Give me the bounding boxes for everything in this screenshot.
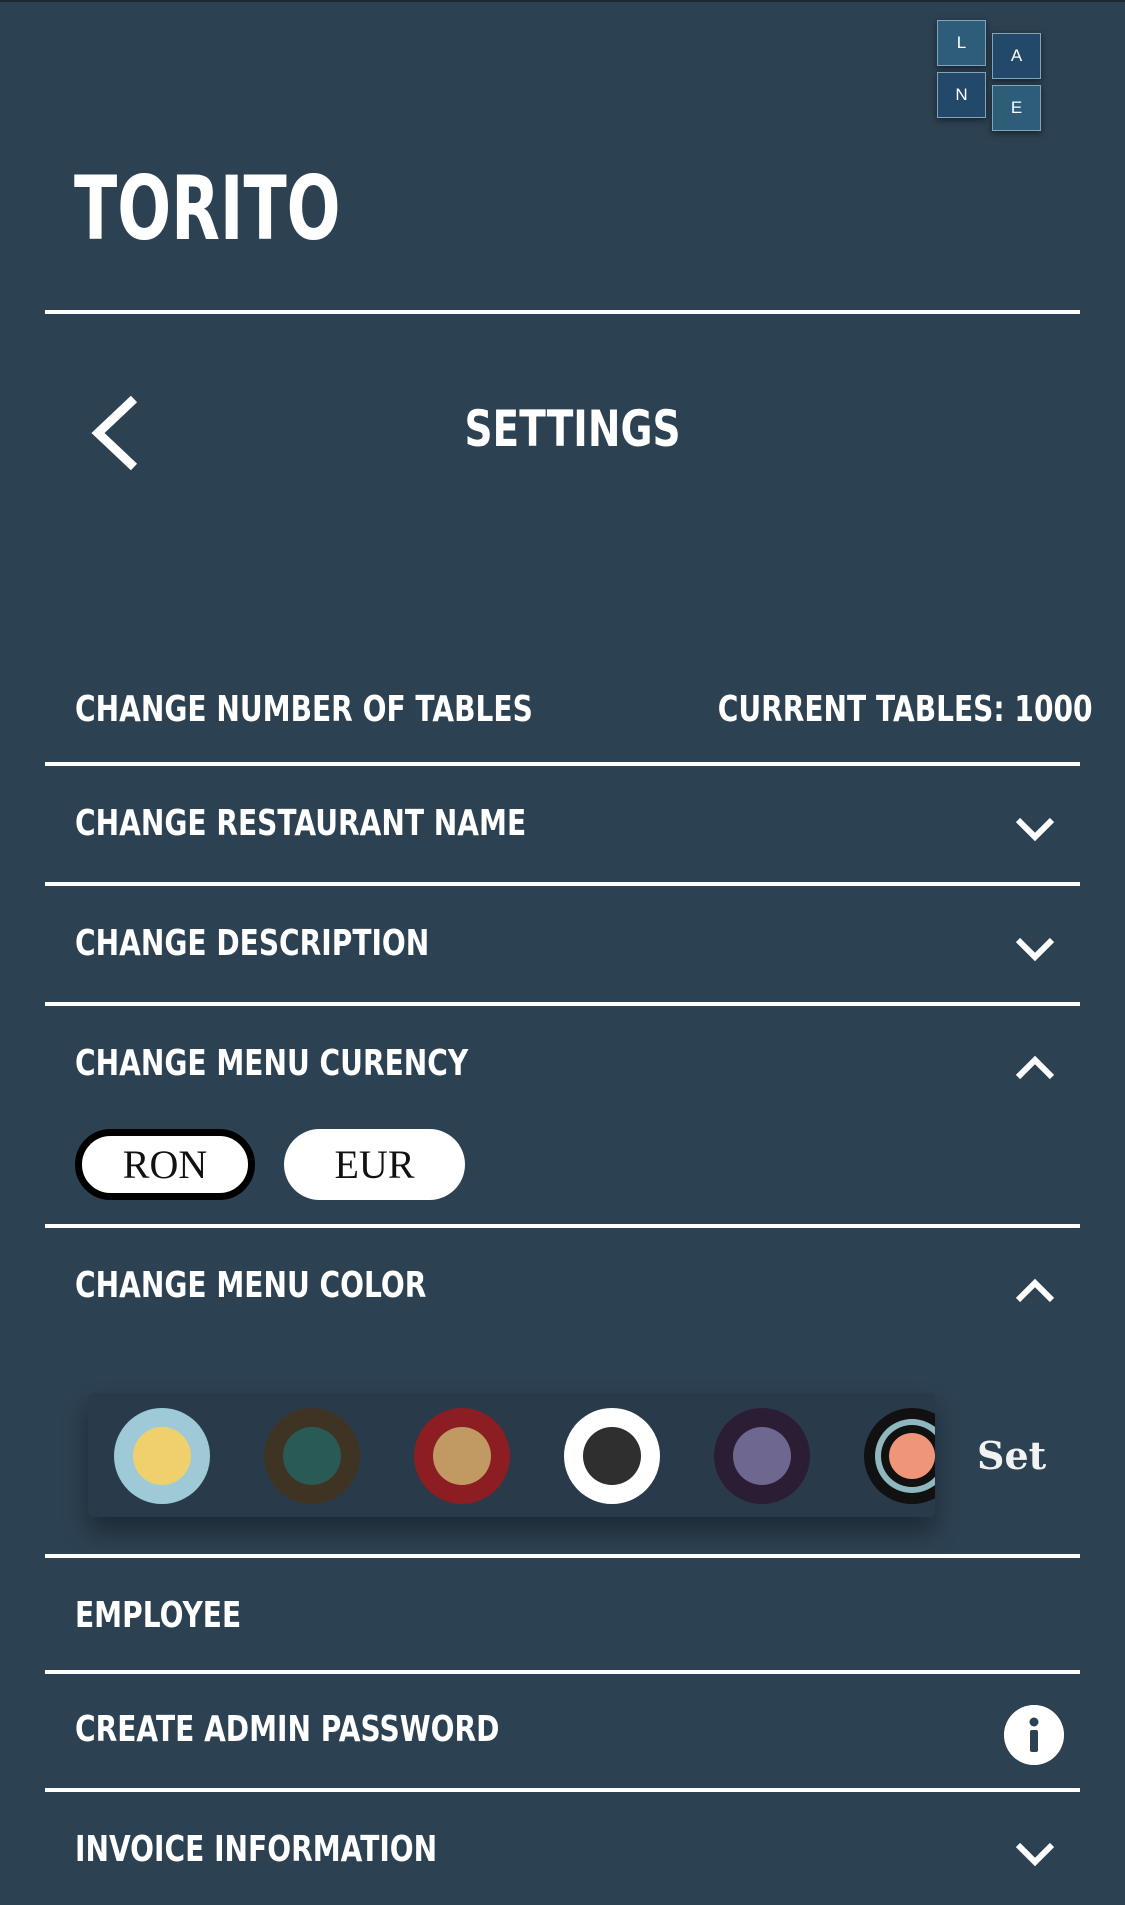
currency-option-ron[interactable]: RON [75, 1129, 255, 1200]
color-swatch[interactable] [864, 1408, 935, 1504]
change-tables-label[interactable]: CHANGE NUMBER OF TABLES [75, 692, 533, 728]
page-title: SETTINGS [0, 404, 1125, 454]
create-admin-password-label[interactable]: CREATE ADMIN PASSWORD [75, 1712, 499, 1748]
row-divider [45, 1224, 1080, 1228]
lane-logo: L A N E [937, 20, 1045, 132]
logo-tile-e: E [992, 85, 1041, 131]
chevron-down-icon[interactable] [1014, 935, 1056, 963]
color-swatch[interactable] [264, 1408, 360, 1504]
change-description-label[interactable]: CHANGE DESCRIPTION [75, 926, 429, 962]
restaurant-name: TORITO [74, 157, 341, 260]
chevron-down-icon[interactable] [1014, 815, 1056, 843]
color-swatch[interactable] [564, 1408, 660, 1504]
row-divider [45, 1788, 1080, 1792]
info-icon[interactable] [1004, 1705, 1064, 1765]
color-swatch[interactable] [414, 1408, 510, 1504]
color-swatch-bar[interactable] [88, 1393, 935, 1517]
currency-option-eur[interactable]: EUR [284, 1129, 465, 1200]
row-divider [45, 882, 1080, 886]
top-edge [0, 0, 1125, 2]
row-divider [45, 1554, 1080, 1558]
logo-tile-l: L [937, 20, 986, 66]
chevron-up-icon[interactable] [1014, 1277, 1056, 1305]
page-title-text: SETTINGS [464, 400, 681, 458]
color-swatch[interactable] [714, 1408, 810, 1504]
change-restaurant-name-label[interactable]: CHANGE RESTAURANT NAME [75, 806, 526, 842]
row-divider [45, 1670, 1080, 1674]
color-swatch[interactable] [114, 1408, 210, 1504]
header-divider [45, 310, 1080, 314]
chevron-down-icon[interactable] [1014, 1840, 1056, 1868]
set-color-button[interactable]: Set [977, 1433, 1046, 1478]
change-menu-color-label[interactable]: CHANGE MENU COLOR [75, 1268, 426, 1304]
row-divider [45, 1002, 1080, 1006]
change-currency-label[interactable]: CHANGE MENU CURENCY [75, 1046, 468, 1082]
invoice-information-label[interactable]: INVOICE INFORMATION [75, 1832, 437, 1868]
logo-tile-a: A [992, 33, 1041, 79]
chevron-up-icon[interactable] [1014, 1054, 1056, 1082]
employee-label[interactable]: EMPLOYEE [75, 1598, 241, 1634]
current-tables-value: CURRENT TABLES: 1000 [718, 689, 1093, 730]
row-divider [45, 762, 1080, 766]
logo-tile-n: N [937, 72, 986, 118]
